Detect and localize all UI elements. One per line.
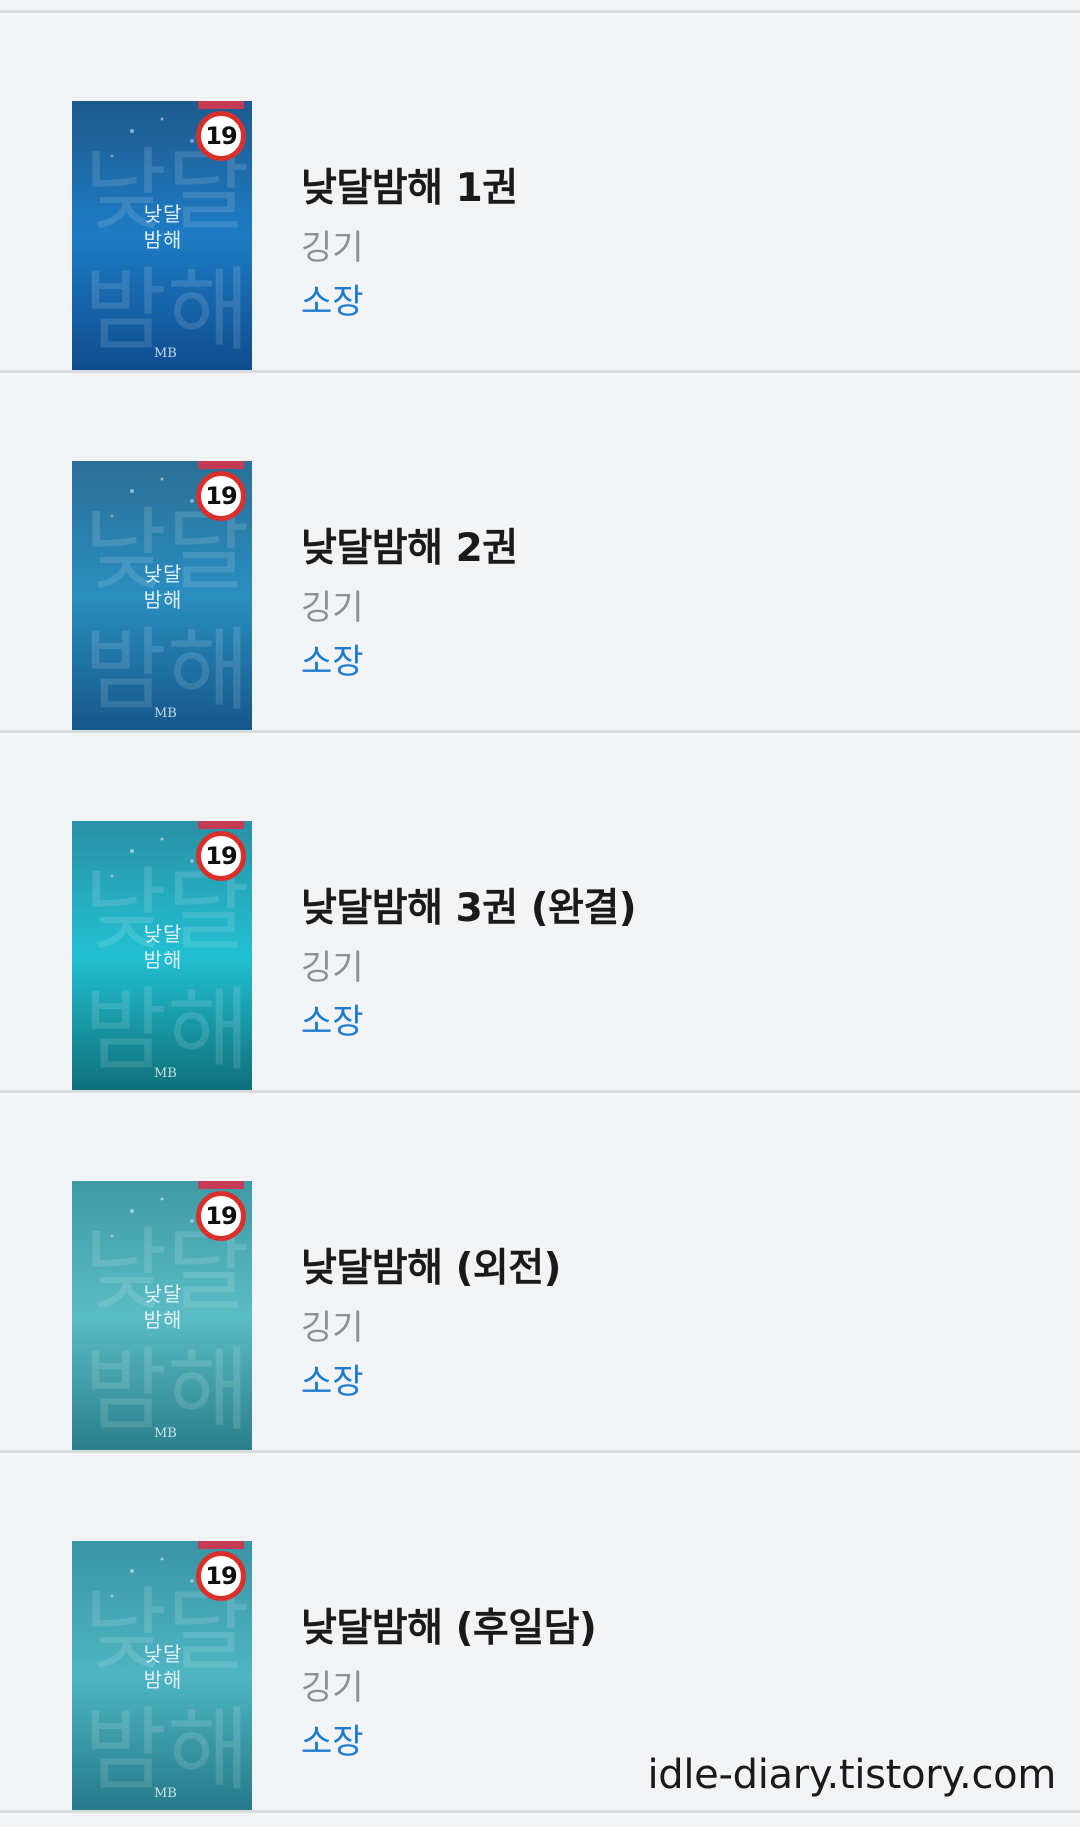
- ownership-status: 소장: [301, 642, 364, 682]
- ownership-status: 소장: [301, 1362, 364, 1402]
- ownership-status: 소장: [301, 1722, 364, 1762]
- ownership-status: 소장: [301, 1002, 364, 1042]
- cover-title-text: 낮달 밤해: [143, 202, 183, 252]
- cover-tag: [198, 1541, 244, 1549]
- book-cover[interactable]: 낮 달 밤 해 19 낮달 밤해 MB: [72, 821, 252, 1091]
- svg-text:해: 해: [167, 618, 250, 723]
- age-rating-badge: 19: [196, 831, 246, 881]
- age-rating-badge: 19: [196, 1551, 246, 1601]
- book-info: 낮달밤해 1권 깅기 소장: [301, 167, 518, 322]
- cover-title-text: 낮달 밤해: [143, 922, 183, 972]
- cover-publisher-logo: MB: [154, 1426, 177, 1441]
- book-list-item[interactable]: 낮 달 밤 해 19 낮달 밤해 MB 낮달밤해 3권 (완결) 깅기 소장: [0, 733, 1080, 1093]
- cover-title-text: 낮달 밤해: [143, 1642, 183, 1692]
- svg-text:해: 해: [167, 1338, 250, 1443]
- cover-tag: [198, 821, 244, 829]
- book-info: 낮달밤해 2권 깅기 소장: [301, 527, 518, 682]
- book-author: 깅기: [301, 948, 364, 988]
- library-page: 낮 달 밤 해 19 낮달 밤해 MB 낮달밤해 1권 깅기 소장 낮 달 밤 …: [0, 0, 1080, 1827]
- book-cover[interactable]: 낮 달 밤 해 19 낮달 밤해 MB: [72, 101, 252, 371]
- book-title[interactable]: 낮달밤해 2권: [301, 527, 518, 571]
- cover-title-text: 낮달 밤해: [143, 562, 183, 612]
- book-title[interactable]: 낮달밤해 (후일담): [301, 1607, 597, 1651]
- cover-tag: [198, 1181, 244, 1189]
- cover-publisher-logo: MB: [154, 346, 177, 361]
- book-title[interactable]: 낮달밤해 3권 (완결): [301, 887, 637, 931]
- book-author: 깅기: [301, 1308, 364, 1348]
- book-info: 낮달밤해 (외전) 깅기 소장: [301, 1247, 562, 1402]
- watermark-text: idle-diary.tistory.com: [647, 1752, 1056, 1798]
- book-author: 깅기: [301, 1668, 364, 1708]
- age-rating-badge: 19: [196, 1191, 246, 1241]
- book-cover[interactable]: 낮 달 밤 해 19 낮달 밤해 MB: [72, 1541, 252, 1811]
- cover-tag: [198, 101, 244, 109]
- cover-publisher-logo: MB: [154, 706, 177, 721]
- book-info: 낮달밤해 3권 (완결) 깅기 소장: [301, 887, 637, 1042]
- book-info: 낮달밤해 (후일담) 깅기 소장: [301, 1607, 597, 1762]
- book-title[interactable]: 낮달밤해 1권: [301, 167, 518, 211]
- book-cover[interactable]: 낮 달 밤 해 19 낮달 밤해 MB: [72, 1181, 252, 1451]
- age-rating-badge: 19: [196, 471, 246, 521]
- book-title[interactable]: 낮달밤해 (외전): [301, 1247, 562, 1291]
- book-author: 깅기: [301, 228, 364, 268]
- book-author: 깅기: [301, 588, 364, 628]
- book-list-item[interactable]: 낮 달 밤 해 19 낮달 밤해 MB 낮달밤해 1권 깅기 소장: [0, 13, 1080, 373]
- book-list-item[interactable]: 낮 달 밤 해 19 낮달 밤해 MB 낮달밤해 2권 깅기 소장: [0, 373, 1080, 733]
- ownership-status: 소장: [301, 282, 364, 322]
- svg-text:해: 해: [167, 258, 250, 363]
- svg-text:해: 해: [167, 1698, 250, 1803]
- cover-publisher-logo: MB: [154, 1786, 177, 1801]
- cover-publisher-logo: MB: [154, 1066, 177, 1081]
- book-cover[interactable]: 낮 달 밤 해 19 낮달 밤해 MB: [72, 461, 252, 731]
- age-rating-badge: 19: [196, 111, 246, 161]
- row-divider: [0, 1810, 1080, 1813]
- cover-tag: [198, 461, 244, 469]
- cover-title-text: 낮달 밤해: [143, 1282, 183, 1332]
- svg-text:해: 해: [167, 978, 250, 1083]
- book-list-item[interactable]: 낮 달 밤 해 19 낮달 밤해 MB 낮달밤해 (외전) 깅기 소장: [0, 1093, 1080, 1453]
